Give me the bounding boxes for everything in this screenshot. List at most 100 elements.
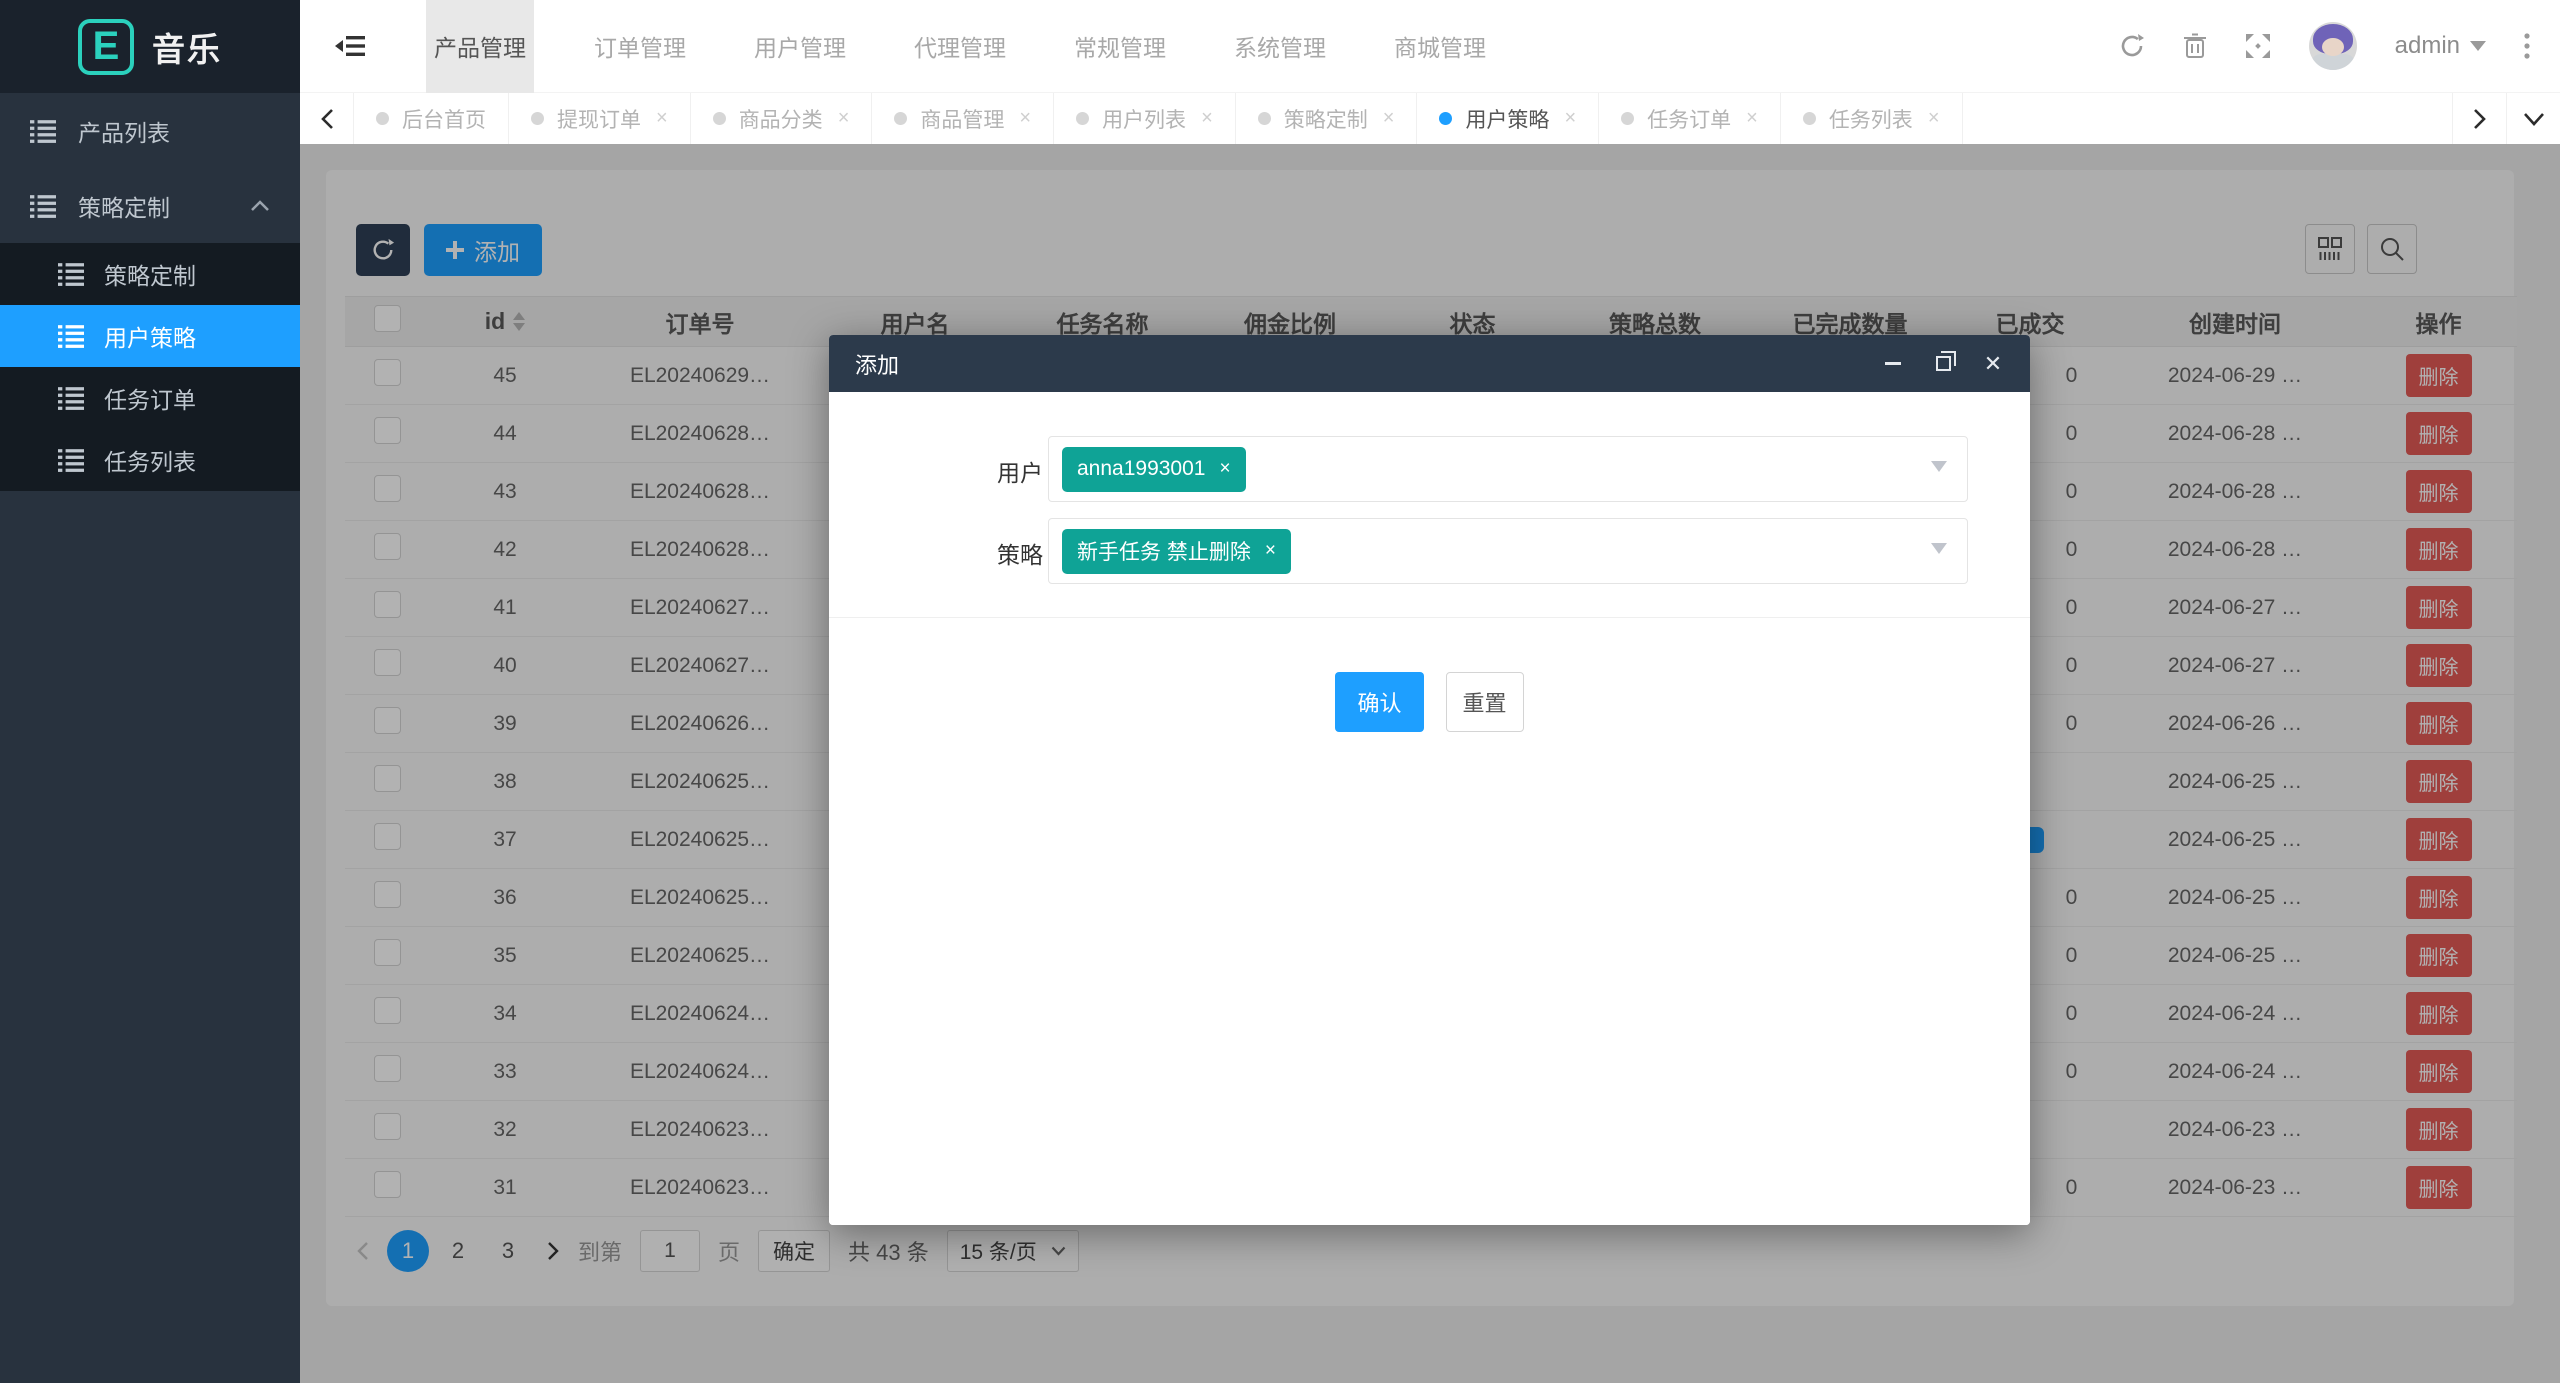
top-nav-item[interactable]: 用户管理 [746, 0, 854, 93]
tab-status-dot [1258, 112, 1271, 125]
list-icon [30, 193, 56, 219]
top-nav-item[interactable]: 商城管理 [1386, 0, 1494, 93]
sidebar-subitem-label: 任务订单 [104, 381, 196, 415]
top-navbar: 产品管理 订单管理 用户管理 代理管理 常规管理 系统管理 商城管理 admin [300, 0, 2560, 93]
dialog-header[interactable]: 添加 ✕ [829, 335, 2030, 392]
tab[interactable]: 用户策略 × [1417, 93, 1599, 144]
tab-label: 提现订单 [557, 104, 641, 134]
dialog-title: 添加 [855, 348, 899, 380]
tab[interactable]: 后台首页 × [354, 93, 509, 144]
tab[interactable]: 用户列表 × [1054, 93, 1236, 144]
caret-down-icon [2470, 41, 2486, 51]
tab-status-dot [1076, 112, 1089, 125]
sidebar-item-label: 策略定制 [78, 189, 170, 223]
app-title: 音乐 [152, 23, 222, 71]
tab[interactable]: 策略定制 × [1236, 93, 1418, 144]
tab[interactable]: 商品分类 × [691, 93, 873, 144]
confirm-button[interactable]: 确认 [1335, 672, 1423, 732]
top-nav-item[interactable]: 系统管理 [1226, 0, 1334, 93]
list-icon [58, 323, 84, 349]
tab-close-icon[interactable]: × [1201, 107, 1213, 130]
tab-label: 后台首页 [402, 104, 486, 134]
top-actions: admin [2119, 22, 2560, 70]
list-icon [58, 447, 84, 473]
sidebar-item-strategy[interactable]: 策略定制 [0, 168, 300, 243]
dialog-divider [829, 617, 2030, 618]
tabs-menu-icon[interactable] [2506, 93, 2560, 144]
app-logo: E 音乐 [0, 0, 300, 93]
dialog-buttons: 确认 重置 [829, 672, 2030, 732]
top-nav-item[interactable]: 产品管理 [426, 0, 534, 93]
sidebar-subitem-label: 用户策略 [104, 319, 196, 353]
sidebar-subitem[interactable]: 策略定制 [0, 243, 300, 305]
tag-close-icon[interactable]: × [1265, 540, 1276, 562]
sidebar-subitem[interactable]: 任务订单 [0, 367, 300, 429]
tab-close-icon[interactable]: × [1019, 107, 1031, 130]
caret-down-icon [1931, 461, 1947, 472]
tab-status-dot [894, 112, 907, 125]
tab[interactable]: 任务列表 × [1781, 93, 1963, 144]
list-icon [30, 118, 56, 144]
user-select[interactable]: anna1993001 × [1048, 436, 1968, 502]
user-menu[interactable]: admin [2395, 32, 2486, 60]
user-tag: anna1993001 × [1062, 447, 1246, 492]
user-field-label: 用户 [977, 454, 1043, 488]
reset-button[interactable]: 重置 [1446, 672, 1524, 732]
tab-label: 商品分类 [739, 104, 823, 134]
username-label: admin [2395, 32, 2460, 60]
caret-down-icon [1931, 543, 1947, 554]
add-dialog: 添加 ✕ 用户 anna1993001 × 策略 新手任务 禁止删除 × [829, 335, 2030, 1225]
minimize-icon[interactable] [1882, 353, 1904, 375]
tab-status-dot [1621, 112, 1634, 125]
maximize-icon[interactable] [1932, 353, 1954, 375]
fullscreen-icon[interactable] [2245, 33, 2271, 59]
tab-close-icon[interactable]: × [1564, 107, 1576, 130]
tab[interactable]: 提现订单 × [509, 93, 691, 144]
tab-close-icon[interactable]: × [656, 107, 668, 130]
tab-close-icon[interactable]: × [1383, 107, 1395, 130]
strategy-select[interactable]: 新手任务 禁止删除 × [1048, 518, 1968, 584]
tab[interactable]: 任务订单 × [1599, 93, 1781, 144]
tab-label: 商品管理 [920, 104, 1004, 134]
logo-icon: E [78, 19, 134, 75]
dialog-controls: ✕ [1882, 353, 2004, 375]
tab-bar: 后台首页 × 提现订单 × 商品分类 × 商品管理 × [300, 93, 2560, 144]
kebab-menu-icon[interactable] [2524, 33, 2530, 59]
strategy-tag: 新手任务 禁止删除 × [1062, 529, 1291, 574]
top-nav-item[interactable]: 订单管理 [586, 0, 694, 93]
tab-close-icon[interactable]: × [838, 107, 850, 130]
tab-label: 策略定制 [1284, 104, 1368, 134]
tabs-scroll-left-icon[interactable] [300, 93, 354, 144]
tab-label: 用户策略 [1465, 104, 1549, 134]
tab-close-icon[interactable]: × [1928, 107, 1940, 130]
strategy-tag-label: 新手任务 禁止删除 [1077, 536, 1251, 566]
sidebar: E 音乐 产品列表 策略定制 策略定制 用户策略 任务订单 [0, 0, 300, 1383]
sidebar-subitem[interactable]: 用户策略 [0, 305, 300, 367]
tab-label: 任务订单 [1647, 104, 1731, 134]
sidebar-subitem-label: 任务列表 [104, 443, 196, 477]
tabs-scroll-right-icon[interactable] [2452, 93, 2506, 144]
tag-close-icon[interactable]: × [1219, 458, 1230, 480]
avatar[interactable] [2309, 22, 2357, 70]
list-icon [58, 385, 84, 411]
dialog-body: 用户 anna1993001 × 策略 新手任务 禁止删除 × 确认 重置 [829, 392, 2030, 1225]
sidebar-subitem-label: 策略定制 [104, 257, 196, 291]
top-nav-item[interactable]: 常规管理 [1066, 0, 1174, 93]
tabs: 后台首页 × 提现订单 × 商品分类 × 商品管理 × [354, 93, 2452, 144]
refresh-icon[interactable] [2119, 33, 2145, 59]
strategy-field-label: 策略 [977, 536, 1043, 570]
tab[interactable]: 商品管理 × [872, 93, 1054, 144]
close-icon[interactable]: ✕ [1982, 353, 2004, 375]
sidebar-submenu: 策略定制 用户策略 任务订单 任务列表 [0, 243, 300, 491]
list-icon [58, 261, 84, 287]
trash-icon[interactable] [2183, 33, 2207, 59]
top-nav-items: 产品管理 订单管理 用户管理 代理管理 常规管理 系统管理 商城管理 [400, 0, 1520, 93]
chevron-up-icon [250, 199, 270, 213]
top-nav-item[interactable]: 代理管理 [906, 0, 1014, 93]
collapse-sidebar-icon[interactable] [300, 0, 400, 93]
tab-status-dot [713, 112, 726, 125]
sidebar-item-label: 产品列表 [78, 114, 170, 148]
sidebar-subitem[interactable]: 任务列表 [0, 429, 300, 491]
sidebar-item-products[interactable]: 产品列表 [0, 93, 300, 168]
tab-close-icon[interactable]: × [1746, 107, 1758, 130]
